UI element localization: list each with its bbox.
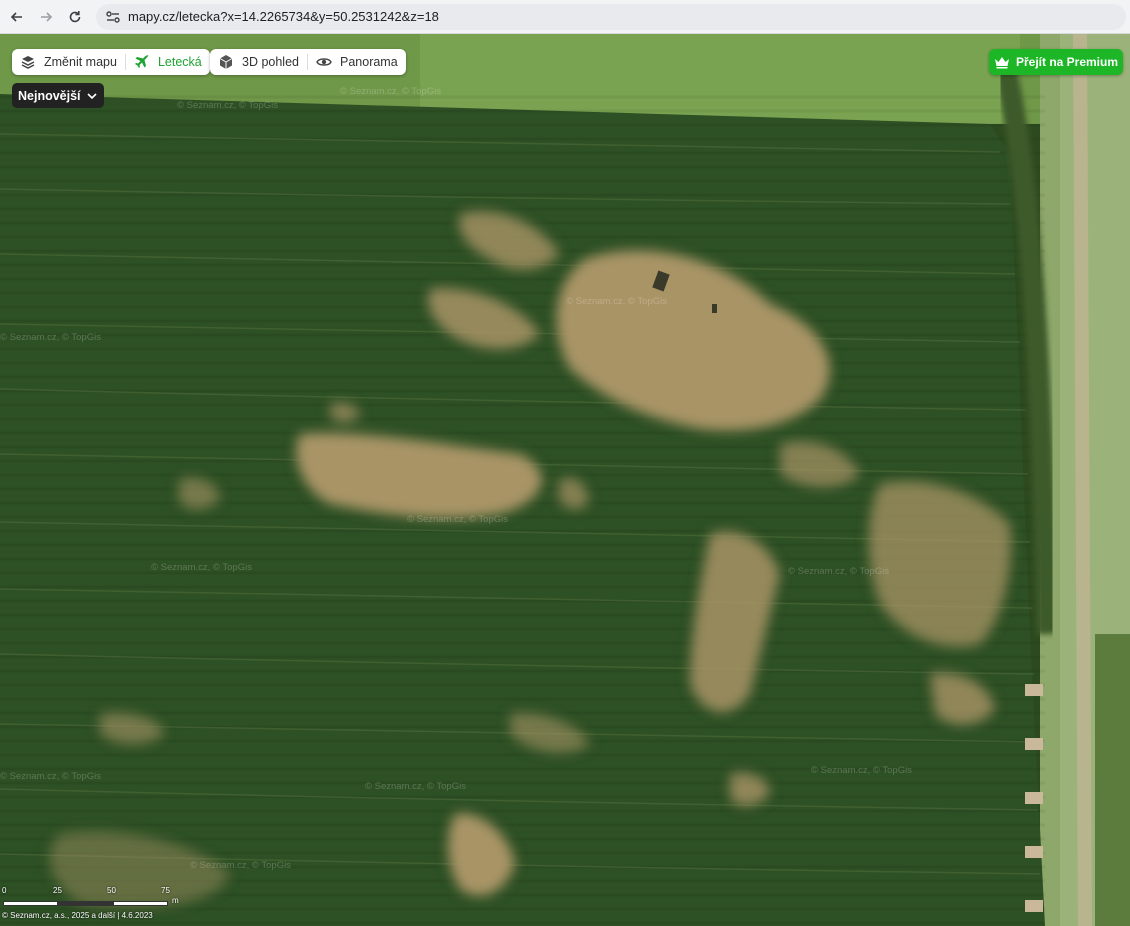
address-bar[interactable]: mapy.cz/letecka?x=14.2265734&y=50.253124… [96,4,1126,30]
map-type-switcher: Změnit mapu Letecká [12,49,210,75]
3d-view-label: 3D pohled [242,55,299,69]
reload-icon [69,11,81,23]
scale-segment [3,901,58,906]
map-watermark: © Seznam.cz, © TopGis [190,860,291,871]
scale-segment [113,901,168,906]
scale-label: 75 [161,886,170,895]
site-settings-icon[interactable] [105,9,121,25]
scale-label: 25 [53,886,62,895]
imagery-date-dropdown[interactable]: Nejnovější [12,83,104,108]
aerial-map-button[interactable]: Letecká [126,49,210,75]
map-watermark: © Seznam.cz, © TopGis [0,332,101,343]
map-watermark: © Seznam.cz, © TopGis [177,100,278,111]
scale-unit: m [172,896,179,905]
map-watermark: © Seznam.cz, © TopGis [365,781,466,792]
imagery-dropdown-label: Nejnovější [18,88,81,103]
premium-button[interactable]: Přejít na Premium [989,49,1123,75]
map-watermark: © Seznam.cz, © TopGis [151,562,252,573]
map-watermark: © Seznam.cz, © TopGis [407,514,508,525]
view-mode-switcher: 3D pohled Panorama [210,49,406,75]
back-button[interactable] [5,5,29,29]
arrow-left-icon [10,12,22,22]
airplane-icon [134,55,149,68]
scale-label: 0 [2,886,7,895]
map-watermark: © Seznam.cz, © TopGis [566,296,667,307]
map-scale: 0 25 50 75 m [2,886,182,910]
browser-toolbar: mapy.cz/letecka?x=14.2265734&y=50.253124… [0,0,1130,34]
scale-segment [58,901,113,906]
aerial-map[interactable]: © Seznam.cz, © TopGis © Seznam.cz, © Top… [0,34,1130,926]
aerial-map-label: Letecká [157,55,202,69]
map-watermark: © Seznam.cz, © TopGis [340,86,441,97]
url-text: mapy.cz/letecka?x=14.2265734&y=50.253124… [128,9,439,24]
eye-icon [316,58,332,66]
layers-icon [21,56,35,69]
aerial-imagery [0,34,1130,926]
3d-view-button[interactable]: 3D pohled [210,49,307,75]
map-copyright: © Seznam.cz, a.s., 2025 a další | 4.6.20… [2,911,153,920]
premium-label: Přejít na Premium [1015,55,1119,69]
change-map-button[interactable]: Změnit mapu [12,49,125,75]
crown-icon [994,57,1009,69]
forward-button[interactable] [34,5,58,29]
panorama-label: Panorama [340,55,398,69]
cube-icon [219,55,233,69]
arrow-right-icon [41,12,53,22]
reload-button[interactable] [63,5,87,29]
scale-label: 50 [107,886,116,895]
map-watermark: © Seznam.cz, © TopGis [0,771,101,782]
panorama-button[interactable]: Panorama [308,49,406,75]
change-map-label: Změnit mapu [44,55,117,69]
map-watermark: © Seznam.cz, © TopGis [811,765,912,776]
chevron-down-icon [86,92,97,99]
map-watermark: © Seznam.cz, © TopGis [788,566,889,577]
